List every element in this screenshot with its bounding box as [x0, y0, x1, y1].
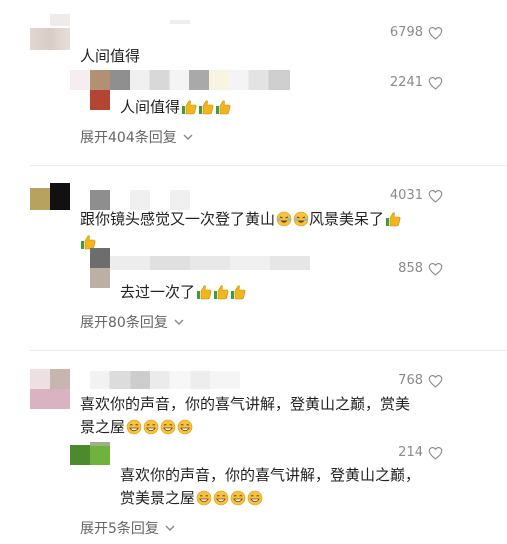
reply-text: 人间值得: [120, 96, 231, 119]
reply-text-line2: 赏美景之屋: [120, 489, 196, 507]
comment-text: 喜欢你的声音，你的喜气讲解，登黄山之巅，赏美 景之屋: [80, 393, 460, 439]
reply-like-counter[interactable]: 214: [398, 445, 443, 460]
username-mosaic: [50, 183, 70, 189]
reply-text: 去过一次了: [120, 281, 246, 304]
reply-text-content: 去过一次了: [120, 283, 196, 301]
chevron-down-icon: [174, 314, 184, 330]
username-mosaic: [110, 256, 310, 270]
comment-text-a: 跟你镜头感觉又一次登了黄山: [80, 210, 276, 228]
like-count: 214: [398, 445, 423, 460]
grin-icon: [177, 419, 193, 435]
comment-text: 人间值得: [80, 47, 141, 65]
reply-like-counter[interactable]: 2241: [390, 75, 443, 90]
like-count: 2241: [389, 75, 423, 90]
thumbs-up-icon: [215, 99, 231, 115]
heart-icon[interactable]: [428, 26, 443, 40]
username-mosaic[interactable]: [50, 14, 70, 26]
grin-icon: [126, 419, 142, 435]
heart-icon[interactable]: [428, 189, 443, 203]
thumbs-up-icon: [385, 211, 401, 227]
username-mosaic: [90, 371, 240, 389]
laugh-cry-icon: [293, 211, 309, 227]
heart-icon[interactable]: [428, 76, 443, 90]
expand-label: 展开404条回复: [80, 130, 177, 146]
like-count: 6798: [389, 25, 423, 40]
username-mosaic: [90, 442, 110, 446]
username-mosaic: [90, 190, 190, 210]
thumbs-up-icon: [213, 284, 229, 300]
like-count: 4031: [389, 188, 423, 203]
grin-icon: [247, 490, 263, 506]
comment-3: 768 喜欢你的声音，你的喜气讲解，登黄山之巅，赏美 景之屋 214 喜欢你的声音…: [0, 355, 507, 544]
thumbs-up-icon: [181, 99, 197, 115]
like-counter[interactable]: 4031: [390, 188, 443, 203]
grin-icon: [160, 419, 176, 435]
grin-icon: [196, 490, 212, 506]
expand-label: 展开80条回复: [80, 315, 168, 331]
reply-avatar[interactable]: [90, 70, 110, 110]
like-counter[interactable]: 768: [398, 373, 443, 388]
thumbs-up-icon: [196, 284, 212, 300]
chevron-down-icon: [165, 520, 175, 536]
comment-text: 跟你镜头感觉又一次登了黄山 风景美呆了: [80, 208, 460, 254]
expand-label: 展开5条回复: [80, 521, 159, 537]
like-count: 858: [398, 261, 423, 276]
username-mosaic: [170, 20, 190, 24]
comment-text-line2: 景之屋: [80, 418, 126, 436]
comment-text-line1: 喜欢你的声音，你的喜气讲解，登黄山之巅，赏美: [80, 395, 411, 413]
comment-1: 6798 人间值得 2241 人间值得 展开404条回复: [0, 0, 507, 160]
username-mosaic: [110, 70, 290, 90]
like-count: 768: [398, 373, 423, 388]
laugh-cry-icon: [276, 211, 292, 227]
reply-avatar[interactable]: [70, 445, 110, 465]
avatar[interactable]: [30, 28, 70, 50]
avatar[interactable]: [30, 188, 70, 210]
grin-icon: [213, 490, 229, 506]
comment-text-b: 风景美呆了: [309, 210, 385, 228]
grin-icon: [230, 490, 246, 506]
heart-icon[interactable]: [428, 374, 443, 388]
grin-icon: [143, 419, 159, 435]
reply-text-line1: 喜欢你的声音，你的喜气讲解，登黄山之巅，: [120, 466, 421, 484]
reply-text-content: 人间值得: [120, 98, 181, 116]
expand-replies-button[interactable]: 展开404条回复: [80, 127, 193, 147]
thumbs-up-icon: [198, 99, 214, 115]
thumbs-up-icon: [230, 284, 246, 300]
username-mosaic: [50, 369, 70, 389]
expand-replies-button[interactable]: 展开5条回复: [80, 518, 175, 538]
chevron-down-icon: [183, 129, 193, 145]
heart-icon[interactable]: [428, 262, 443, 276]
reply-like-counter[interactable]: 858: [398, 261, 443, 276]
comment-2: 4031 跟你镜头感觉又一次登了黄山 风景美呆了 858 去过一次了 展开80条…: [0, 170, 507, 345]
reply-avatar[interactable]: [90, 248, 110, 288]
reply-text: 喜欢你的声音，你的喜气讲解，登黄山之巅， 赏美景之屋: [120, 464, 465, 510]
divider: [30, 350, 507, 351]
username-mosaic: [70, 70, 90, 90]
divider: [30, 165, 507, 166]
heart-icon[interactable]: [428, 446, 443, 460]
expand-replies-button[interactable]: 展开80条回复: [80, 312, 184, 332]
like-counter[interactable]: 6798: [390, 25, 443, 40]
